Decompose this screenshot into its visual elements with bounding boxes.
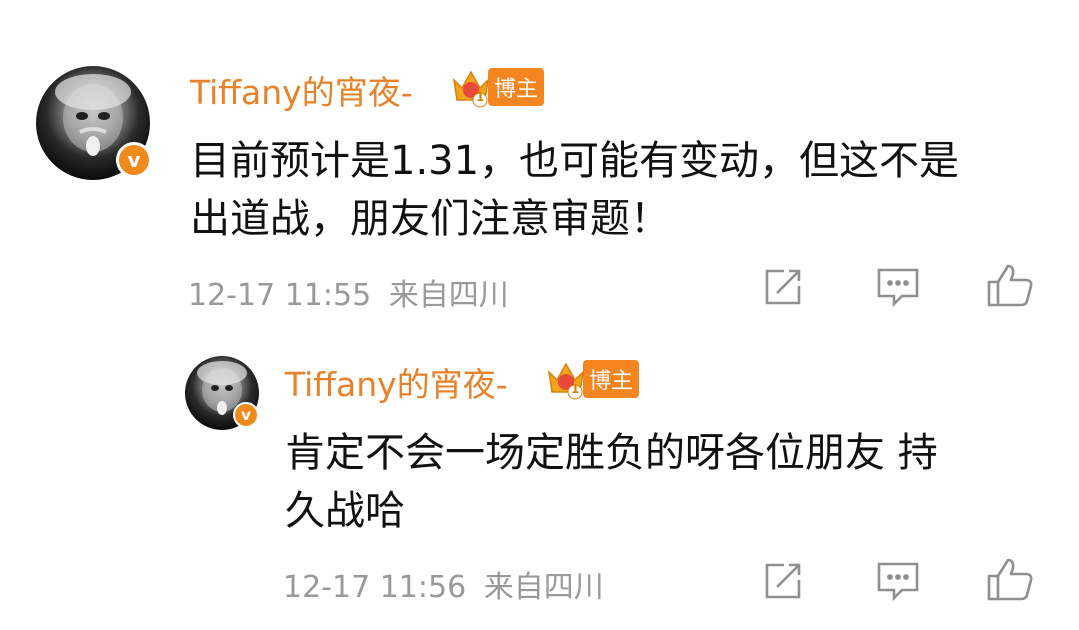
share-icon[interactable]: [762, 560, 804, 602]
blogger-badge: 1 博主: [450, 66, 545, 108]
verified-badge: v: [116, 142, 152, 178]
comment-text-line-2: 出道战，朋友们注意审题！: [190, 196, 670, 242]
comment-text-line-1: 目前预计是1.31，也可能有变动，但这不是: [190, 138, 960, 184]
location: 来自四川: [483, 570, 604, 605]
crown-icon: 1: [545, 358, 587, 400]
username[interactable]: Tiffany的宵夜-: [285, 358, 508, 406]
comment-meta: 12-17 11:55 来自四川: [188, 270, 509, 314]
badge-label: 博主: [488, 68, 545, 106]
like-icon[interactable]: [986, 262, 1034, 308]
comment-meta: 12-17 11:56 来自四川: [283, 562, 604, 606]
username[interactable]: Tiffany的宵夜-: [190, 66, 413, 114]
location: 来自四川: [388, 278, 509, 313]
timestamp: 12-17 11:55: [188, 278, 372, 313]
verified-badge: v: [233, 402, 259, 428]
avatar[interactable]: v: [36, 66, 152, 180]
comment-icon[interactable]: [876, 266, 920, 308]
comment-icon[interactable]: [876, 560, 920, 602]
badge-label: 博主: [583, 360, 640, 398]
avatar[interactable]: v: [185, 356, 259, 430]
badge-level: 1: [571, 382, 580, 396]
comment-text-line-1: 肯定不会一场定胜负的呀各位朋友 持: [285, 430, 938, 476]
timestamp: 12-17 11:56: [283, 570, 467, 605]
badge-level: 1: [476, 90, 485, 104]
blogger-badge: 1 博主: [545, 358, 640, 400]
share-icon[interactable]: [762, 266, 804, 308]
crown-icon: 1: [450, 66, 492, 108]
like-icon[interactable]: [986, 556, 1034, 602]
comment-text-line-2: 久战哈: [285, 488, 405, 534]
